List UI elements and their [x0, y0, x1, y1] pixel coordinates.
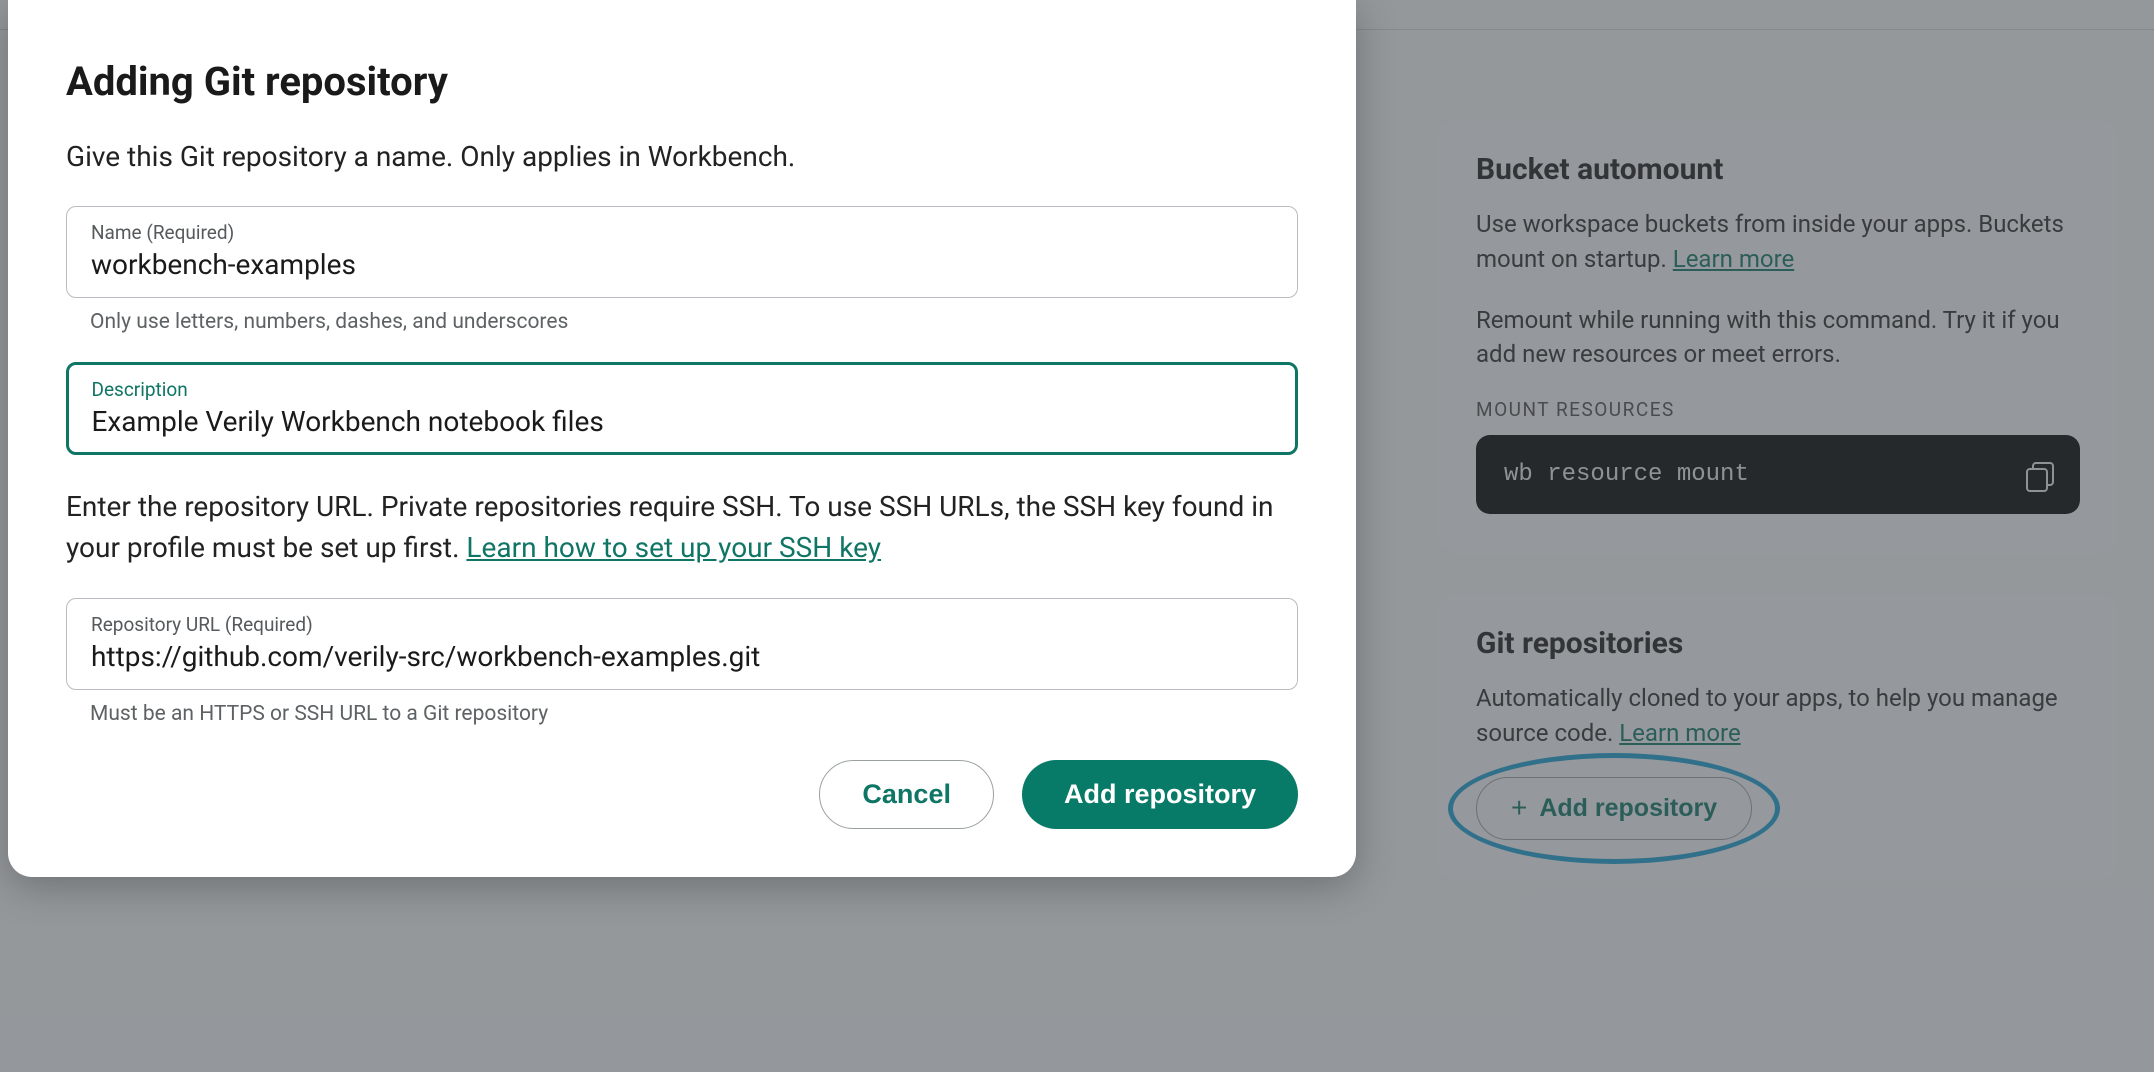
ssh-setup-link[interactable]: Learn how to set up your SSH key — [466, 531, 881, 564]
name-field[interactable]: Name (Required) — [66, 206, 1298, 298]
description-field[interactable]: Description — [66, 362, 1298, 455]
repository-url-field[interactable]: Repository URL (Required) — [66, 598, 1298, 690]
add-git-repository-dialog: Adding Git repository Give this Git repo… — [8, 0, 1356, 877]
repository-url-label: Repository URL (Required) — [91, 613, 1273, 636]
name-helper-text: Only use letters, numbers, dashes, and u… — [90, 310, 1298, 334]
description-field-label: Description — [92, 378, 1273, 401]
description-input[interactable] — [92, 405, 1273, 438]
cancel-button[interactable]: Cancel — [819, 760, 994, 829]
repository-url-helper: Must be an HTTPS or SSH URL to a Git rep… — [90, 702, 1298, 726]
name-input[interactable] — [91, 248, 1273, 281]
add-repository-submit-button[interactable]: Add repository — [1022, 760, 1298, 829]
dialog-intro: Give this Git repository a name. Only ap… — [66, 137, 1298, 176]
dialog-actions: Cancel Add repository — [66, 760, 1298, 829]
url-section-text: Enter the repository URL. Private reposi… — [66, 487, 1298, 568]
repository-url-input[interactable] — [91, 640, 1273, 673]
dialog-title: Adding Git repository — [66, 58, 1298, 105]
name-field-label: Name (Required) — [91, 221, 1273, 244]
